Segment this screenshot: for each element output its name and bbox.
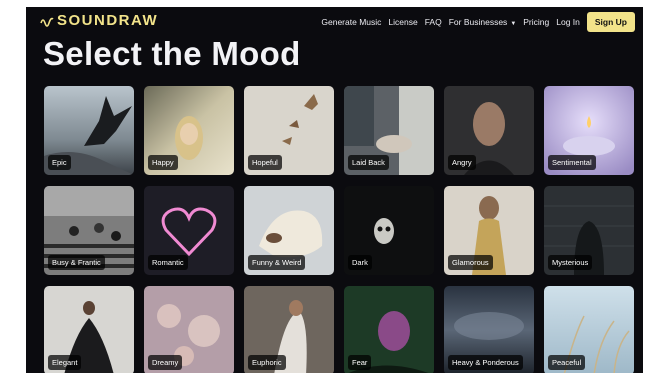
app-frame: SOUNDRAW Generate Music License FAQ For … <box>26 7 643 373</box>
mood-tile-fear[interactable]: Fear <box>344 286 434 373</box>
nav-generate-music[interactable]: Generate Music <box>321 17 381 27</box>
nav-for-businesses-label: For Businesses <box>448 17 508 27</box>
mood-label: Angry <box>448 155 476 170</box>
mood-tile-hopeful[interactable]: Hopeful <box>244 86 334 175</box>
top-nav: SOUNDRAW Generate Music License FAQ For … <box>26 7 643 35</box>
nav-faq[interactable]: FAQ <box>425 17 442 27</box>
mood-label: Romantic <box>148 255 188 270</box>
mood-label: Glamorous <box>448 255 493 270</box>
mood-tile-sentimental[interactable]: Sentimental <box>544 86 634 175</box>
mood-grid: Epic Happy Hopeful Laid Back Angry Senti… <box>44 86 636 373</box>
mood-label: Laid Back <box>348 155 389 170</box>
wave-logo-icon <box>40 17 54 27</box>
mood-tile-epic[interactable]: Epic <box>44 86 134 175</box>
mood-label: Dreamy <box>148 355 183 370</box>
mood-tile-laid-back[interactable]: Laid Back <box>344 86 434 175</box>
mood-label: Hopeful <box>248 155 282 170</box>
mood-tile-dreamy[interactable]: Dreamy <box>144 286 234 373</box>
mood-tile-romantic[interactable]: Romantic <box>144 186 234 275</box>
nav-log-in[interactable]: Log In <box>556 17 580 27</box>
nav-for-businesses[interactable]: For Businesses ▼ <box>449 17 517 27</box>
brand-logo[interactable]: SOUNDRAW <box>40 12 158 29</box>
mood-label: Elegant <box>48 355 82 370</box>
mood-tile-busy-frantic[interactable]: Busy & Frantic <box>44 186 134 275</box>
mood-tile-dark[interactable]: Dark <box>344 186 434 275</box>
mood-tile-happy[interactable]: Happy <box>144 86 234 175</box>
mood-label: Sentimental <box>548 155 596 170</box>
mood-label: Happy <box>148 155 178 170</box>
mood-label: Peaceful <box>548 355 586 370</box>
mood-tile-euphoric[interactable]: Euphoric <box>244 286 334 373</box>
mood-tile-elegant[interactable]: Elegant <box>44 286 134 373</box>
mood-label: Mysterious <box>548 255 593 270</box>
mood-label: Epic <box>48 155 71 170</box>
brand-name: SOUNDRAW <box>57 12 159 29</box>
nav-pricing[interactable]: Pricing <box>523 17 549 27</box>
mood-label: Dark <box>348 255 372 270</box>
mood-tile-angry[interactable]: Angry <box>444 86 534 175</box>
nav-links: Generate Music License FAQ For Businesse… <box>321 12 635 32</box>
nav-license[interactable]: License <box>388 17 417 27</box>
mood-label: Busy & Frantic <box>48 255 105 270</box>
mood-tile-heavy-ponderous[interactable]: Heavy & Ponderous <box>444 286 534 373</box>
mood-tile-glamorous[interactable]: Glamorous <box>444 186 534 275</box>
mood-tile-mysterious[interactable]: Mysterious <box>544 186 634 275</box>
mood-label: Fear <box>348 355 372 370</box>
sign-up-button[interactable]: Sign Up <box>586 12 635 32</box>
mood-label: Heavy & Ponderous <box>448 355 523 370</box>
mood-tile-funny-weird[interactable]: Funny & Weird <box>244 186 334 275</box>
mood-label: Funny & Weird <box>248 255 306 270</box>
mood-tile-peaceful[interactable]: Peaceful <box>544 286 634 373</box>
mood-label: Euphoric <box>248 355 286 370</box>
caret-down-icon: ▼ <box>510 21 517 27</box>
page-title: Select the Mood <box>43 35 301 72</box>
